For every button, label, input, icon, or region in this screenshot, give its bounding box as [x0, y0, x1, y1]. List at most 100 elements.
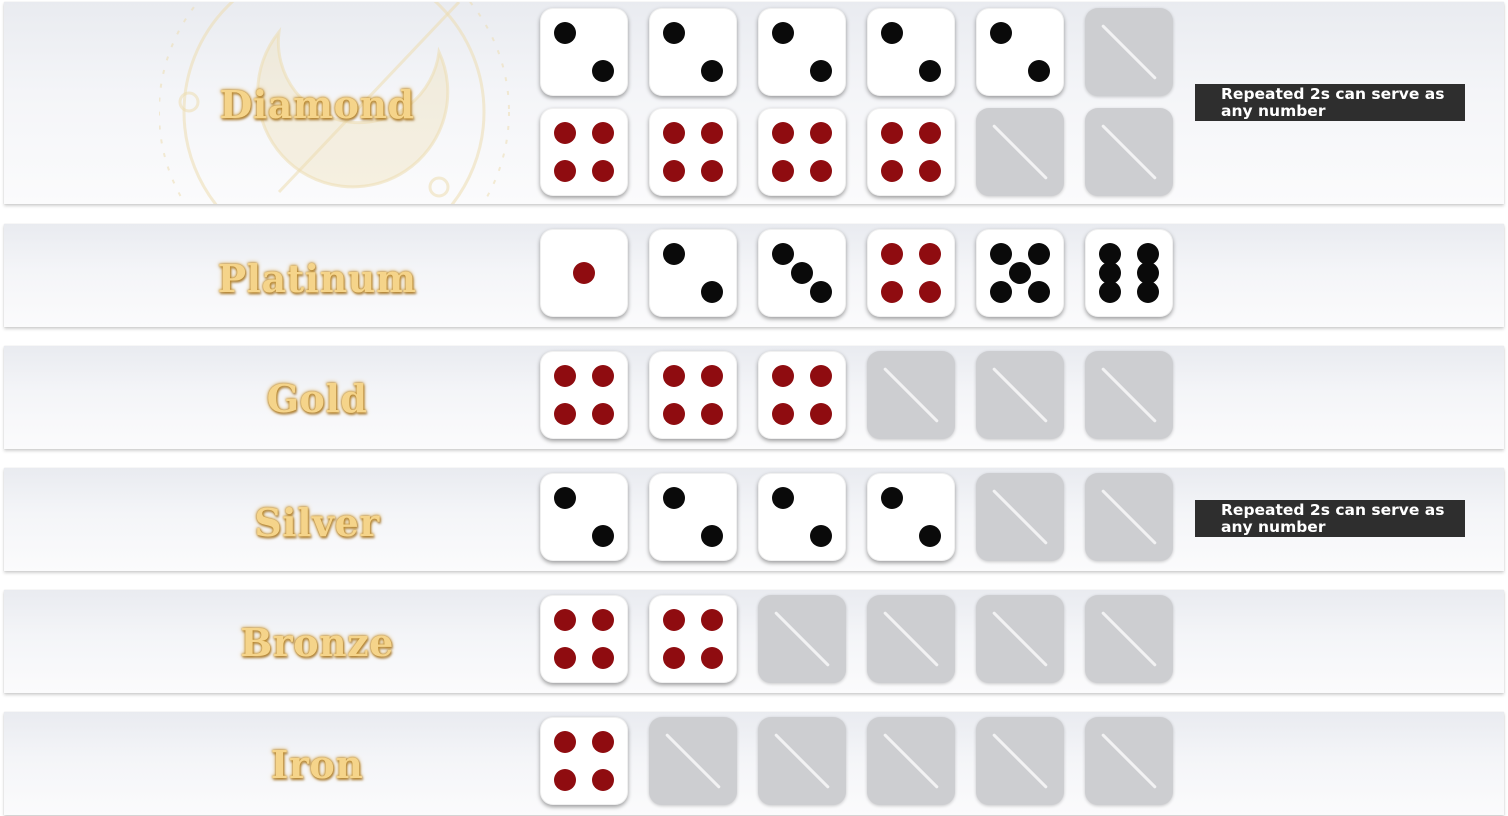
die-pip	[1009, 262, 1031, 284]
die-pip	[663, 609, 686, 632]
die-pip	[1136, 280, 1159, 303]
die-face-2-icon	[540, 8, 628, 96]
die-face-2-icon	[976, 8, 1064, 96]
die-pip	[791, 262, 813, 284]
blank-die-icon	[867, 717, 955, 805]
die-face-1-icon	[540, 229, 628, 317]
die-pip	[809, 159, 832, 182]
die-pip	[1099, 280, 1122, 303]
tier-row-platinum: Platinum	[4, 224, 1504, 327]
die-pip	[918, 122, 941, 145]
die-face-2-icon	[649, 8, 737, 96]
die-pip	[663, 487, 686, 510]
die-face-6-icon	[1085, 229, 1173, 317]
die-pip	[772, 22, 795, 45]
tier-label: Bronze	[240, 620, 394, 665]
die-pip	[881, 122, 904, 145]
die-pip	[1027, 243, 1050, 266]
die-pip	[881, 159, 904, 182]
tier-row-iron: Iron	[4, 712, 1504, 815]
die-pip	[772, 243, 795, 266]
blank-die-icon	[1085, 473, 1173, 561]
die-pip	[700, 402, 723, 425]
blank-die-icon	[867, 595, 955, 683]
die-face-4-icon	[649, 108, 737, 196]
die-pip	[990, 22, 1013, 45]
tier-row-silver: Silver Repeated 2s can serve as any numbe…	[4, 468, 1504, 571]
tier-label: Silver	[254, 500, 380, 545]
die-face-4-icon	[649, 351, 737, 439]
die-pip	[591, 524, 614, 547]
die-face-4-icon	[540, 717, 628, 805]
die-pip	[554, 122, 577, 145]
blank-die-icon	[758, 595, 846, 683]
die-pip	[591, 122, 614, 145]
die-pip	[554, 646, 577, 669]
die-pip	[809, 524, 832, 547]
blank-die-icon	[1085, 717, 1173, 805]
die-pip	[809, 280, 832, 303]
die-pip	[881, 22, 904, 45]
die-face-2-icon	[867, 473, 955, 561]
die-pip	[1027, 59, 1050, 82]
rule-note: Repeated 2s can serve as any number	[1195, 84, 1465, 121]
die-pip	[591, 365, 614, 388]
rule-note: Repeated 2s can serve as any number	[1195, 500, 1465, 537]
die-pip	[663, 22, 686, 45]
die-pip	[700, 159, 723, 182]
die-pip	[809, 59, 832, 82]
die-pip	[772, 365, 795, 388]
tier-label: Diamond	[219, 82, 415, 127]
tier-row-bronze: Bronze	[4, 590, 1504, 693]
die-pip	[554, 768, 577, 791]
die-pip	[700, 646, 723, 669]
die-pip	[554, 402, 577, 425]
blank-die-icon	[1085, 595, 1173, 683]
die-face-4-icon	[867, 229, 955, 317]
die-pip	[881, 487, 904, 510]
die-pip	[918, 59, 941, 82]
die-pip	[918, 524, 941, 547]
die-face-2-icon	[649, 229, 737, 317]
die-face-4-icon	[758, 351, 846, 439]
die-pip	[918, 280, 941, 303]
die-pip	[700, 122, 723, 145]
die-pip	[663, 159, 686, 182]
die-pip	[663, 243, 686, 266]
tier-label: Gold	[266, 376, 368, 421]
die-pip	[591, 159, 614, 182]
die-pip	[772, 487, 795, 510]
die-face-2-icon	[758, 8, 846, 96]
die-pip	[700, 59, 723, 82]
die-pip	[554, 609, 577, 632]
blank-die-icon	[976, 595, 1064, 683]
die-pip	[591, 609, 614, 632]
blank-die-icon	[976, 351, 1064, 439]
die-pip	[772, 402, 795, 425]
die-face-4-icon	[540, 595, 628, 683]
blank-die-icon	[1085, 108, 1173, 196]
die-pip	[663, 365, 686, 388]
die-pip	[990, 280, 1013, 303]
tier-row-diamond: Diamond Repeated 2s can serve as any numb…	[4, 2, 1504, 204]
die-pip	[772, 122, 795, 145]
die-pip	[573, 262, 595, 284]
die-pip	[700, 365, 723, 388]
die-pip	[809, 122, 832, 145]
die-face-4-icon	[649, 595, 737, 683]
tier-label: Iron	[270, 742, 364, 787]
blank-die-icon	[649, 717, 737, 805]
blank-die-icon	[867, 351, 955, 439]
die-pip	[881, 280, 904, 303]
die-face-2-icon	[867, 8, 955, 96]
die-pip	[591, 768, 614, 791]
die-pip	[663, 402, 686, 425]
blank-die-icon	[976, 717, 1064, 805]
die-pip	[663, 646, 686, 669]
die-face-4-icon	[540, 351, 628, 439]
die-pip	[918, 243, 941, 266]
tier-label: Platinum	[217, 256, 417, 301]
die-pip	[1027, 280, 1050, 303]
blank-die-icon	[976, 108, 1064, 196]
blank-die-icon	[976, 473, 1064, 561]
